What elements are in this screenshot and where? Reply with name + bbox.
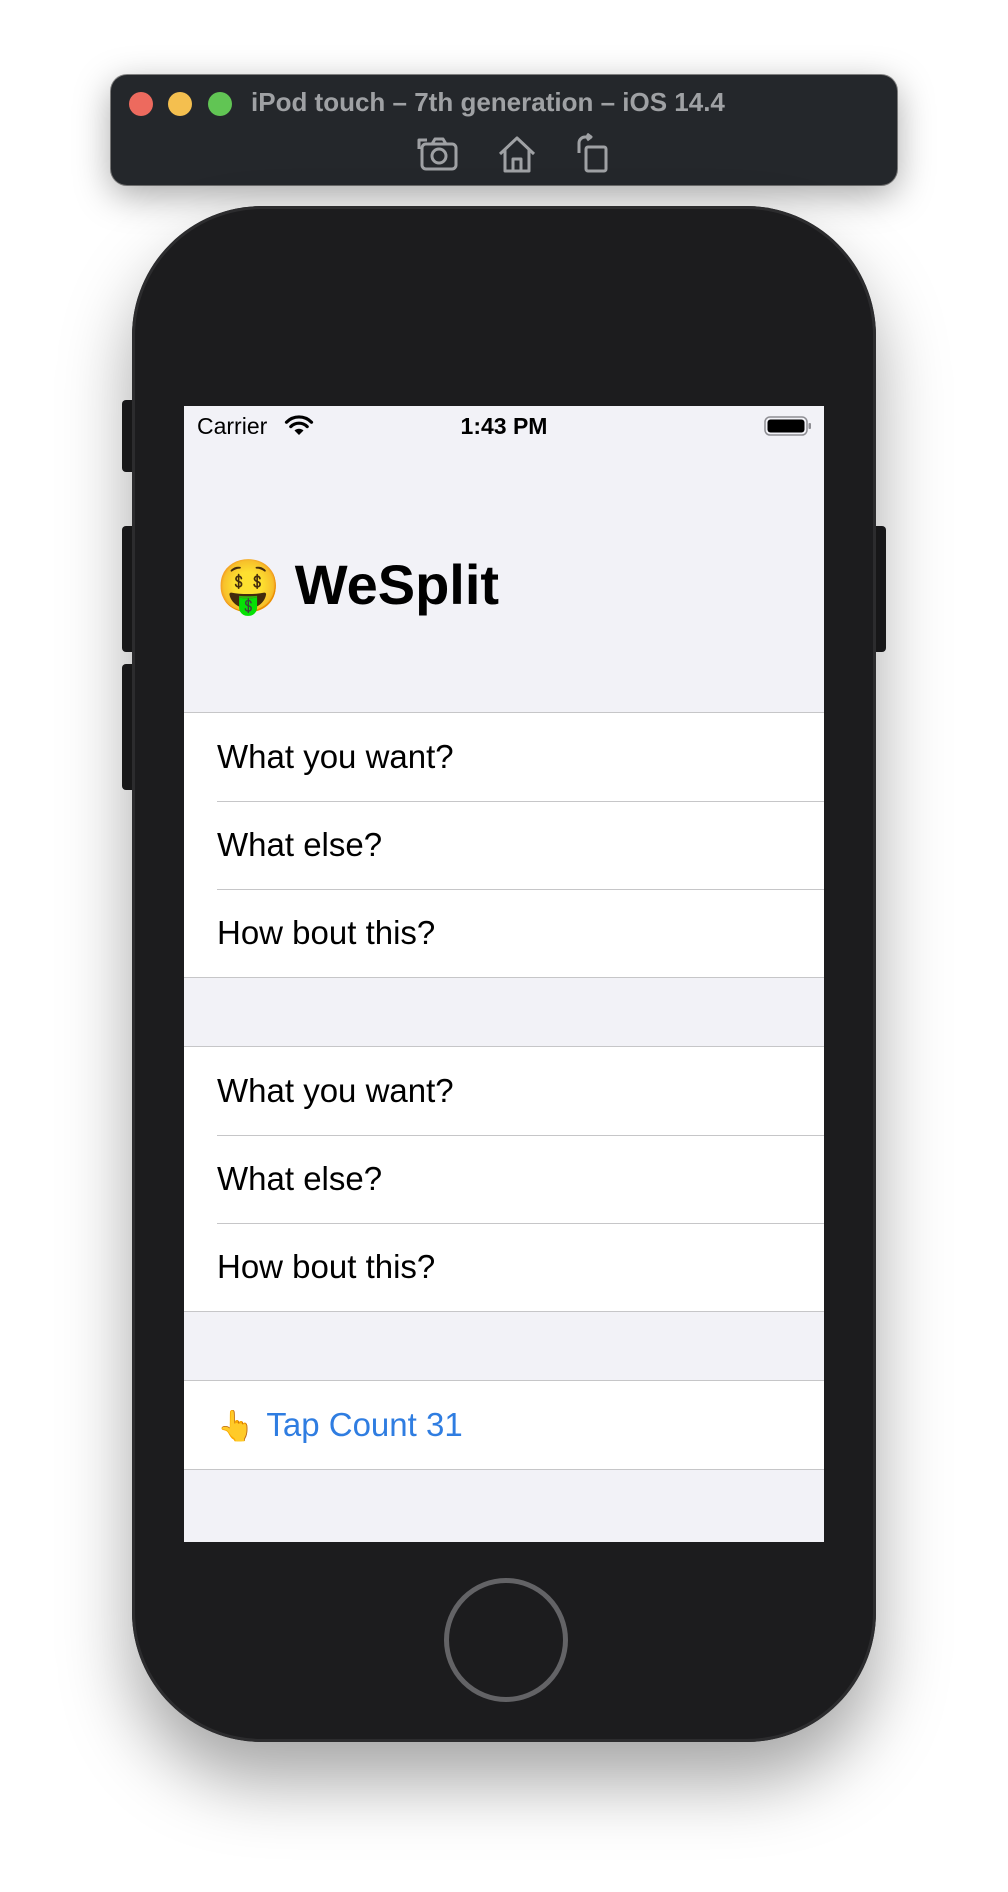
money-mouth-face-icon: 🤑 (216, 558, 281, 616)
tap-count-label: Tap Count 31 (266, 1406, 463, 1443)
rotate-icon[interactable] (571, 132, 615, 175)
status-time: 1:43 PM (460, 413, 548, 439)
simulator-toolbar (111, 132, 897, 175)
pointing-up-hand-icon: 👆 (217, 1410, 255, 1443)
home-button[interactable] (444, 1578, 568, 1702)
home-icon[interactable] (495, 133, 539, 175)
simulator-title: iPod touch – 7th generation – iOS 14.4 (251, 87, 725, 117)
list-item[interactable]: What else? (184, 801, 824, 889)
page-title: 🤑 WeSplit (216, 552, 499, 617)
page-title-text: WeSplit (294, 553, 500, 616)
screenshot-icon[interactable] (417, 133, 461, 175)
list-item[interactable]: What you want? (184, 713, 824, 801)
battery-icon (764, 415, 812, 437)
list-section-1: What you want? What else? How bout this? (184, 712, 824, 978)
list-section-3: 👆 Tap Count 31 (184, 1380, 824, 1470)
minimize-window-button[interactable] (168, 92, 192, 116)
app-screen: Carrier 1:43 PM 🤑 WeSplit What you want? … (184, 406, 824, 1542)
tap-count-button[interactable]: 👆 Tap Count 31 (184, 1381, 824, 1469)
list-item[interactable]: How bout this? (184, 1223, 824, 1311)
list-item[interactable]: What else? (184, 1135, 824, 1223)
zoom-window-button[interactable] (208, 92, 232, 116)
close-window-button[interactable] (129, 92, 153, 116)
list-section-2: What you want? What else? How bout this? (184, 1046, 824, 1312)
simulator-title-bar: iPod touch – 7th generation – iOS 14.4 (111, 75, 897, 185)
status-bar: Carrier 1:43 PM (184, 406, 824, 448)
list-item[interactable]: What you want? (184, 1047, 824, 1135)
list-item[interactable]: How bout this? (184, 889, 824, 977)
